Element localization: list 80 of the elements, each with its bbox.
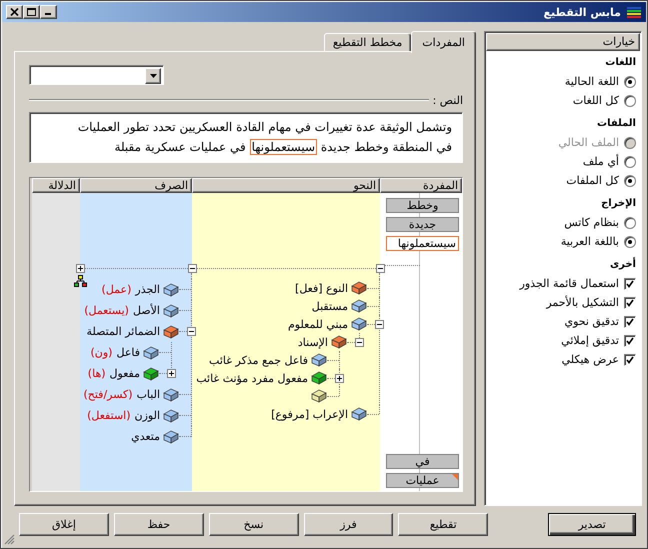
plus-icon <box>336 374 343 382</box>
plus-icon <box>168 370 175 377</box>
minimize-button[interactable] <box>40 5 57 19</box>
option-label: تدقيق نحوي <box>564 315 619 328</box>
app-icon <box>626 6 642 18</box>
group-title: أخرى <box>608 258 636 272</box>
node-label: الأصل (يستعمل) <box>84 304 160 317</box>
caret-icon <box>150 74 156 78</box>
minus-icon <box>188 328 195 335</box>
panel-header: خيارات <box>486 33 640 51</box>
node-label: الجذر (عمل) <box>102 283 160 296</box>
option-label: بنظام كاتس <box>564 216 619 229</box>
plus-icon <box>77 264 84 272</box>
option-label: الملف الحالي <box>558 136 619 149</box>
node-label: الضمائر المتصلة <box>86 325 160 338</box>
option-label: كل الملفات <box>566 174 619 187</box>
node-label: الوزن (استفعل) <box>87 409 160 422</box>
option-label: باللغة العربية <box>560 235 619 248</box>
radio-button[interactable] <box>624 236 636 248</box>
tree-toggle[interactable] <box>188 264 197 272</box>
button[interactable]: فرز <box>304 513 394 536</box>
word-button[interactable]: عمليات <box>386 473 459 488</box>
node-label: مفعول مفرد مؤنث غائب <box>196 372 308 384</box>
tree-toggle[interactable] <box>187 327 196 336</box>
group-title: اللغات <box>604 56 636 70</box>
tab[interactable]: المفردات <box>411 31 476 53</box>
radio-button[interactable] <box>624 76 636 88</box>
radio-button[interactable] <box>624 94 636 106</box>
option-label: أي ملف <box>582 155 619 168</box>
tree-toggle[interactable] <box>376 264 385 272</box>
tree-toggle[interactable] <box>375 320 384 328</box>
word-button[interactable]: وخطط <box>386 198 459 213</box>
node-label: مفعول (ها) <box>88 367 140 380</box>
maximize-icon <box>27 8 36 16</box>
node-label: مستقبل <box>312 300 348 312</box>
node-label: الإسناد <box>298 336 328 348</box>
node-label: الباب (كسر/فتح) <box>83 388 160 401</box>
maximize-button[interactable] <box>23 5 40 19</box>
node-label: مبني للمعلوم <box>288 318 348 330</box>
column-header: النحو <box>192 178 380 193</box>
button[interactable]: تصدير <box>548 513 636 536</box>
button[interactable]: حفظ <box>114 513 204 536</box>
window-title: مابس التقطيع <box>544 6 621 18</box>
node-label: الإعراب [مرفوع] <box>271 408 348 420</box>
document-text: وتشمل الوثيقة عدة تغييرات في مهام القادة العسكريين تحدد تطور العمليات في المنطقة وخطط جديدة سيستعملونها في عمليات عسكرية مقبلة <box>29 112 463 163</box>
close-button[interactable] <box>6 5 23 19</box>
option-label: اللغة الحالية <box>564 75 619 88</box>
group-title: الإخراج <box>600 197 636 211</box>
dropdown-field[interactable] <box>29 65 164 85</box>
button[interactable]: تقطيع <box>398 513 488 536</box>
tree-toggle[interactable] <box>335 374 344 382</box>
option-label: التشكيل بالأحمر <box>546 296 619 309</box>
button[interactable]: إغلاق <box>19 513 109 536</box>
word-button[interactable]: سيستعملونها <box>386 236 459 251</box>
word-button[interactable]: جديدة <box>386 217 459 232</box>
tree-toggle[interactable] <box>355 338 364 346</box>
resize-grip-icon[interactable] <box>4 534 15 545</box>
node-label: النوع [فعل] <box>295 282 348 294</box>
column-header: الصرف <box>80 178 192 193</box>
node-label: فاعل (ون) <box>90 346 140 359</box>
option-label: عرض هيكلي <box>562 353 619 366</box>
option-label: استعمال قائمة الجذور <box>520 277 619 290</box>
button[interactable]: نسخ <box>208 513 298 536</box>
radio-button[interactable] <box>624 216 636 228</box>
node-label: متعدي <box>131 430 160 443</box>
group-title: الملفات <box>596 117 636 131</box>
option-label: تدقيق إملائي <box>561 334 619 347</box>
radio-button[interactable] <box>624 174 636 186</box>
close-icon <box>10 8 19 16</box>
option-label: كل اللغات <box>572 94 619 107</box>
tree-toggle[interactable] <box>76 264 85 272</box>
column-header: الدلالة <box>32 178 80 193</box>
column-header: المفردة <box>380 178 462 193</box>
tab[interactable]: مخطط التقطيع <box>324 33 412 51</box>
node-label: فاعل جمع مذكر غائب <box>209 354 308 366</box>
radio-button[interactable] <box>624 156 636 168</box>
field-label: النص : <box>432 94 463 106</box>
hierarchy-icon <box>74 275 87 287</box>
word-button[interactable]: في <box>386 454 459 469</box>
tree-toggle[interactable] <box>167 369 176 378</box>
